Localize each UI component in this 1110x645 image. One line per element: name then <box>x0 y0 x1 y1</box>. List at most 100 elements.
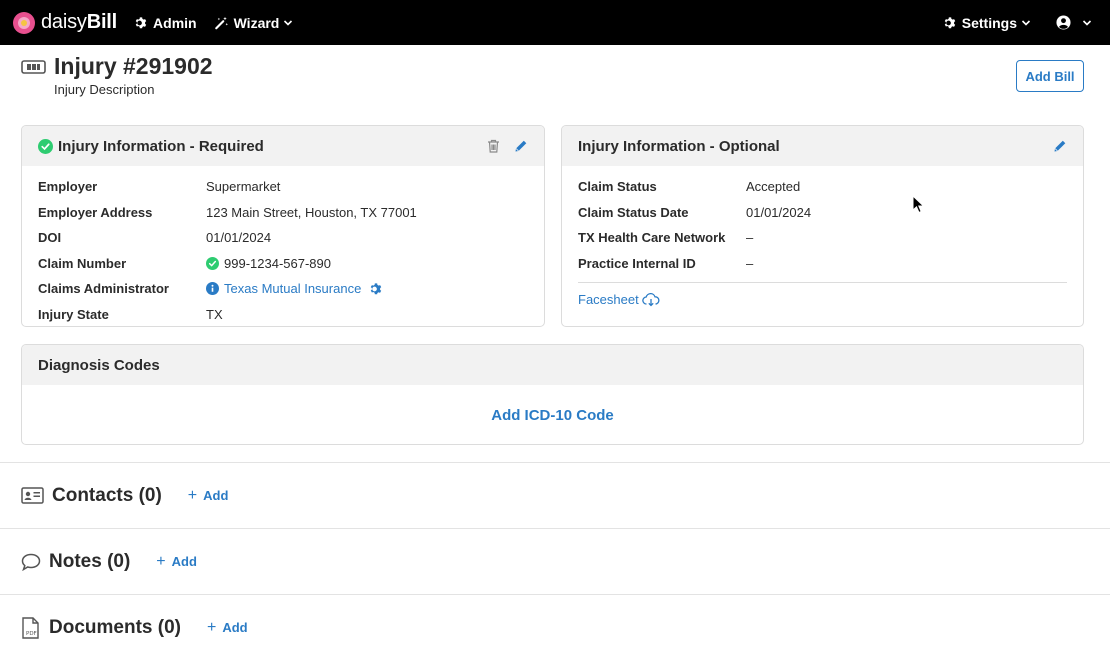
speech-bubble-icon <box>21 553 41 571</box>
info-row-employer-address: Employer Address 123 Main Street, Housto… <box>38 200 528 226</box>
card-body: Add ICD-10 Code <box>22 385 1083 444</box>
page-header: Injury #291902 Injury Description Add Bi… <box>21 53 1084 103</box>
pdf-file-icon: PDF <box>21 616 41 639</box>
chevron-down-icon <box>284 19 293 26</box>
add-label: Add <box>203 488 229 503</box>
page-subtitle: Injury Description <box>54 82 155 97</box>
info-row-claim-status: Claim Status Accepted <box>578 174 1067 200</box>
chevron-down-icon <box>1021 19 1031 26</box>
title-row: Injury #291902 <box>21 53 1084 80</box>
gear-icon[interactable] <box>369 282 383 296</box>
card-header: Injury Information - Required <box>22 126 544 166</box>
row-value-wrap: 999-1234-567-890 <box>206 256 331 271</box>
svg-text:PDF: PDF <box>26 631 37 637</box>
diagnosis-codes-card: Diagnosis Codes Add ICD-10 Code <box>21 344 1084 445</box>
gear-icon <box>944 16 956 28</box>
row-value: – <box>746 255 754 271</box>
chevron-down-icon <box>1082 19 1092 26</box>
row-label: Claims Administrator <box>38 281 169 297</box>
info-row-tx-health-care-network: TX Health Care Network – <box>578 225 1067 251</box>
page-title: Injury #291902 <box>54 53 213 79</box>
mouse-cursor-icon <box>912 195 925 214</box>
nav-right: Settings <box>923 15 1097 31</box>
info-row-doi: DOI 01/01/2024 <box>38 225 528 251</box>
add-label: Add <box>222 620 248 635</box>
row-label: Claim Number <box>38 255 127 271</box>
plus-icon: + <box>156 552 166 570</box>
card-body: Employer Supermarket Employer Address 12… <box>22 166 544 327</box>
nav-wizard-label: Wizard <box>233 14 280 31</box>
daisy-logo-icon <box>13 11 35 34</box>
card-header: Injury Information - Optional <box>562 126 1083 166</box>
facesheet-label: Facesheet <box>578 292 639 307</box>
magic-wand-icon <box>214 16 228 29</box>
facesheet-link[interactable]: Facesheet <box>578 292 1067 307</box>
row-label: Employer <box>38 179 98 195</box>
info-row-injury-state: Injury State TX <box>38 302 528 327</box>
row-value: TX <box>206 306 223 322</box>
row-value: Supermarket <box>206 179 281 195</box>
pencil-icon[interactable] <box>514 139 528 153</box>
row-label: Employer Address <box>38 204 153 220</box>
row-value: 01/01/2024 <box>206 230 272 246</box>
check-circle-icon <box>38 138 53 154</box>
nav-admin[interactable]: Admin <box>134 15 197 31</box>
contacts-section: Contacts (0) + Add <box>0 462 1110 528</box>
add-note-button[interactable]: + Add <box>156 553 197 571</box>
nav-user-menu[interactable] <box>1056 15 1097 30</box>
section-title: Documents (0) <box>49 616 181 638</box>
nav-admin-label: Admin <box>153 14 197 31</box>
row-label: Claim Status Date <box>578 204 689 220</box>
info-row-practice-internal-id: Practice Internal ID – <box>578 251 1067 277</box>
section-title: Notes (0) <box>49 550 131 572</box>
info-row-claim-status-date: Claim Status Date 01/01/2024 <box>578 200 1067 226</box>
info-row-claims-administrator: Claims Administrator Texas Mutual Insura… <box>38 276 528 302</box>
info-row-claim-number: Claim Number 999-1234-567-890 <box>38 251 528 277</box>
card-body: Claim Status Accepted Claim Status Date … <box>562 166 1083 307</box>
divider <box>578 282 1067 283</box>
row-label: Practice Internal ID <box>578 255 696 271</box>
row-value: Accepted <box>746 179 801 195</box>
brand-name: daisyBill <box>41 11 118 33</box>
add-bill-button[interactable]: Add Bill <box>1016 60 1084 92</box>
notes-section: Notes (0) + Add <box>0 528 1110 594</box>
top-nav: daisyBill Admin Wizard Settings <box>0 0 1110 45</box>
row-value: 123 Main Street, Houston, TX 77001 <box>206 204 417 220</box>
cloud-download-icon <box>641 292 660 306</box>
section-title: Contacts (0) <box>52 484 162 506</box>
nav-settings[interactable]: Settings <box>943 15 1036 31</box>
row-label: TX Health Care Network <box>578 230 726 246</box>
add-document-button[interactable]: + Add <box>207 619 248 637</box>
gear-icon <box>135 16 147 28</box>
card-title: Diagnosis Codes <box>38 356 160 374</box>
row-label: Injury State <box>38 306 109 322</box>
nav-settings-label: Settings <box>961 14 1017 31</box>
card-actions <box>487 139 528 153</box>
add-label: Add <box>171 554 197 569</box>
card-header: Diagnosis Codes <box>22 345 1083 385</box>
injury-info-optional-card: Injury Information - Optional Claim Stat… <box>561 125 1084 327</box>
injury-info-required-card: Injury Information - Required Employer S… <box>21 125 545 327</box>
card-title: Injury Information - Optional <box>578 137 780 155</box>
row-value: 01/01/2024 <box>746 204 812 220</box>
check-circle-icon <box>206 256 219 270</box>
card-actions <box>1053 139 1067 153</box>
row-value-wrap: Texas Mutual Insurance <box>206 281 388 296</box>
info-circle-icon[interactable] <box>206 282 219 296</box>
brand[interactable]: daisyBill <box>13 11 117 34</box>
row-value: – <box>746 230 754 246</box>
injury-ticket-icon <box>21 59 46 74</box>
add-contact-button[interactable]: + Add <box>188 487 229 505</box>
plus-icon: + <box>187 486 198 504</box>
contact-card-icon <box>21 487 44 504</box>
nav-wizard[interactable]: Wizard <box>214 15 299 31</box>
row-label: Claim Status <box>578 179 657 195</box>
trash-icon[interactable] <box>487 139 500 153</box>
row-value: 999-1234-567-890 <box>224 255 331 271</box>
claims-administrator-link[interactable]: Texas Mutual Insurance <box>224 281 361 296</box>
row-label: DOI <box>38 230 62 246</box>
card-title: Injury Information - Required <box>58 137 264 155</box>
add-icd10-code-link[interactable]: Add ICD-10 Code <box>491 407 614 424</box>
info-row-employer: Employer Supermarket <box>38 174 528 200</box>
pencil-icon[interactable] <box>1053 139 1067 153</box>
